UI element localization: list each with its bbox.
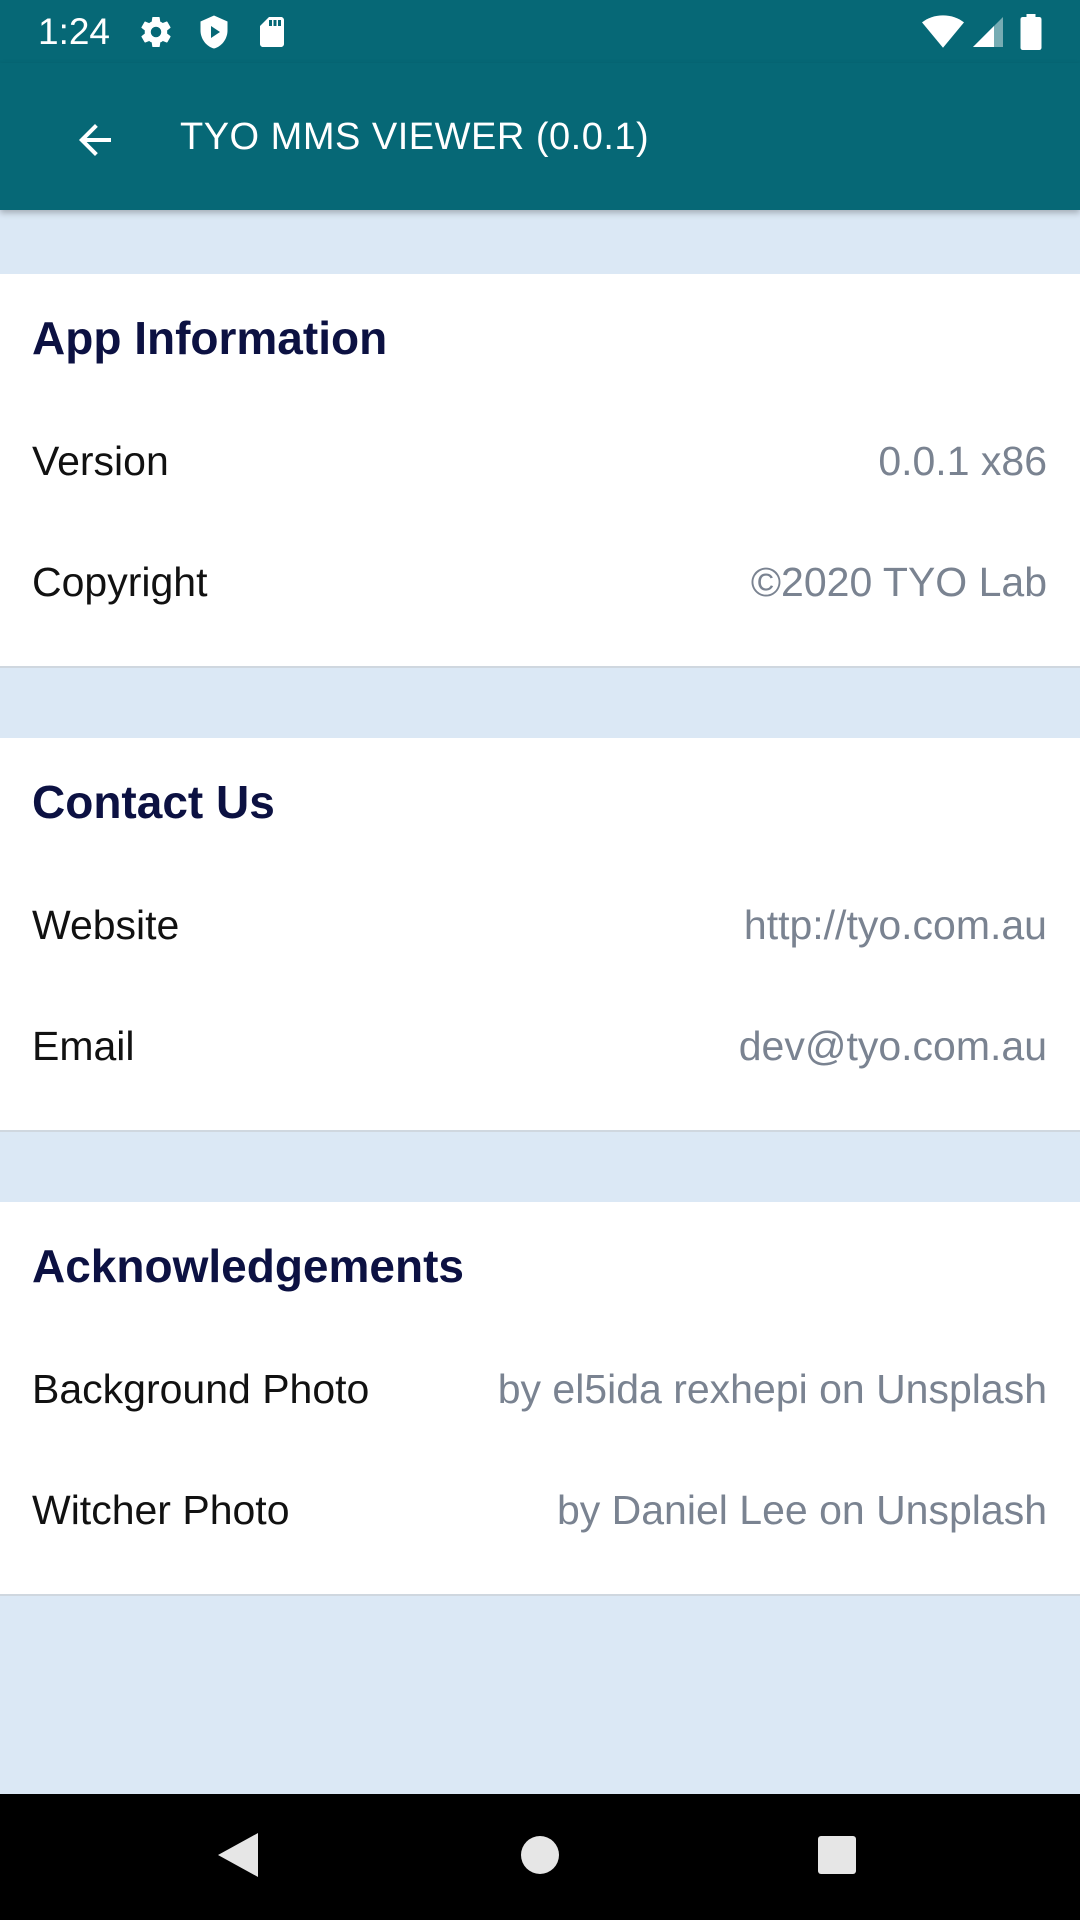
row-value: by el5ida rexhepi on Unsplash (497, 1366, 1047, 1412)
row-label: Copyright (32, 559, 208, 605)
settings-content[interactable]: App Information Version 0.0.1 x86 Copyri… (0, 210, 1080, 1794)
back-button[interactable] (50, 97, 140, 187)
row-witcher-photo[interactable]: Witcher Photo by Daniel Lee on Unsplash (0, 1449, 1080, 1570)
wifi-icon (922, 14, 964, 50)
back-triangle-icon (216, 1831, 260, 1884)
status-bar: 1:24 (0, 0, 1080, 63)
row-label: Witcher Photo (32, 1487, 290, 1533)
section-contact-us: Contact Us Website http://tyo.com.au Ema… (0, 738, 1080, 1132)
row-website[interactable]: Website http://tyo.com.au (0, 864, 1080, 985)
app-title: TYO MMS VIEWER (0.0.1) (180, 116, 650, 158)
home-circle-icon (520, 1835, 560, 1880)
row-label: Email (32, 1023, 135, 1069)
recents-square-icon (817, 1835, 857, 1880)
nav-home-button[interactable] (505, 1822, 575, 1892)
section-acknowledgements: Acknowledgements Background Photo by el5… (0, 1202, 1080, 1596)
shield-icon (196, 14, 232, 50)
row-version[interactable]: Version 0.0.1 x86 (0, 400, 1080, 521)
row-background-photo[interactable]: Background Photo by el5ida rexhepi on Un… (0, 1328, 1080, 1449)
battery-icon (1018, 14, 1044, 50)
nav-recents-button[interactable] (802, 1822, 872, 1892)
cell-signal-icon (970, 14, 1006, 50)
row-label: Version (32, 438, 169, 484)
sd-card-icon (254, 14, 290, 50)
row-email[interactable]: Email dev@tyo.com.au (0, 985, 1080, 1106)
gear-icon (138, 14, 174, 50)
row-copyright[interactable]: Copyright ©2020 TYO Lab (0, 521, 1080, 642)
section-title-acknowledgements: Acknowledgements (32, 1240, 464, 1292)
navigation-bar (0, 1794, 1080, 1920)
nav-back-button[interactable] (203, 1822, 273, 1892)
section-app-information: App Information Version 0.0.1 x86 Copyri… (0, 274, 1080, 668)
row-label: Website (32, 902, 180, 948)
section-title-app-information: App Information (32, 312, 388, 364)
row-value: 0.0.1 x86 (878, 438, 1047, 484)
status-time: 1:24 (38, 11, 111, 52)
app-bar: TYO MMS VIEWER (0.0.1) (0, 63, 1080, 210)
row-value[interactable]: http://tyo.com.au (744, 900, 1047, 950)
row-value: by Daniel Lee on Unsplash (556, 1487, 1047, 1533)
arrow-back-icon (71, 116, 119, 169)
section-title-contact-us: Contact Us (32, 776, 275, 828)
row-label: Background Photo (32, 1366, 370, 1412)
row-value[interactable]: dev@tyo.com.au (739, 1021, 1047, 1071)
row-value: ©2020 TYO Lab (750, 559, 1047, 605)
